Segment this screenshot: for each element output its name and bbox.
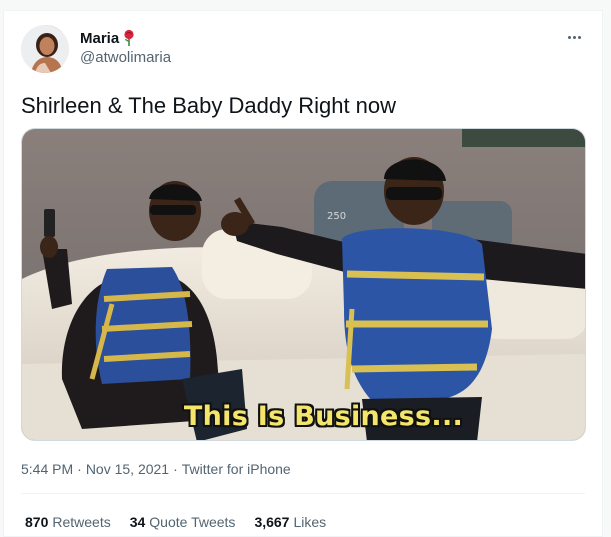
quote-tweets-label: Quote Tweets bbox=[149, 514, 236, 530]
tweet-stats: 870 Retweets 34 Quote Tweets 3,667 Likes bbox=[25, 514, 326, 530]
avatar[interactable] bbox=[21, 25, 69, 73]
quote-tweets-stat[interactable]: 34 Quote Tweets bbox=[130, 514, 236, 530]
tweet-meta: 5:44 PM · Nov 15, 2021 · Twitter for iPh… bbox=[21, 461, 291, 477]
author-handle[interactable]: @atwolimaria bbox=[80, 49, 171, 66]
tweet-media-image[interactable]: 250 This Is Business... bbox=[21, 128, 586, 441]
likes-label: Likes bbox=[293, 514, 327, 530]
tweet-source[interactable]: Twitter for iPhone bbox=[182, 461, 291, 477]
author-name-row[interactable]: Maria bbox=[80, 29, 136, 47]
media-caption: This Is Business... bbox=[183, 401, 464, 432]
tweet-date[interactable]: Nov 15, 2021 bbox=[86, 461, 169, 477]
likes-count: 3,667 bbox=[254, 514, 290, 530]
retweets-count: 870 bbox=[25, 514, 49, 530]
quote-tweets-count: 34 bbox=[129, 514, 146, 530]
author-display-name[interactable]: Maria bbox=[80, 30, 119, 47]
meme-photo: 250 bbox=[22, 129, 585, 440]
tweet-card: Maria @atwolimaria Shirleen & The Baby D… bbox=[3, 10, 603, 537]
rose-icon bbox=[122, 29, 136, 47]
tweet-time[interactable]: 5:44 PM bbox=[21, 461, 73, 477]
retweets-label: Retweets bbox=[52, 514, 111, 530]
likes-stat[interactable]: 3,667 Likes bbox=[254, 514, 326, 530]
retweets-stat[interactable]: 870 Retweets bbox=[25, 514, 111, 530]
more-options-icon[interactable] bbox=[560, 27, 588, 47]
meta-separator: · bbox=[77, 461, 82, 477]
divider bbox=[21, 493, 585, 494]
meta-separator: · bbox=[173, 461, 178, 477]
tweet-text: Shirleen & The Baby Daddy Right now bbox=[21, 93, 397, 118]
svg-text:250: 250 bbox=[327, 211, 346, 222]
